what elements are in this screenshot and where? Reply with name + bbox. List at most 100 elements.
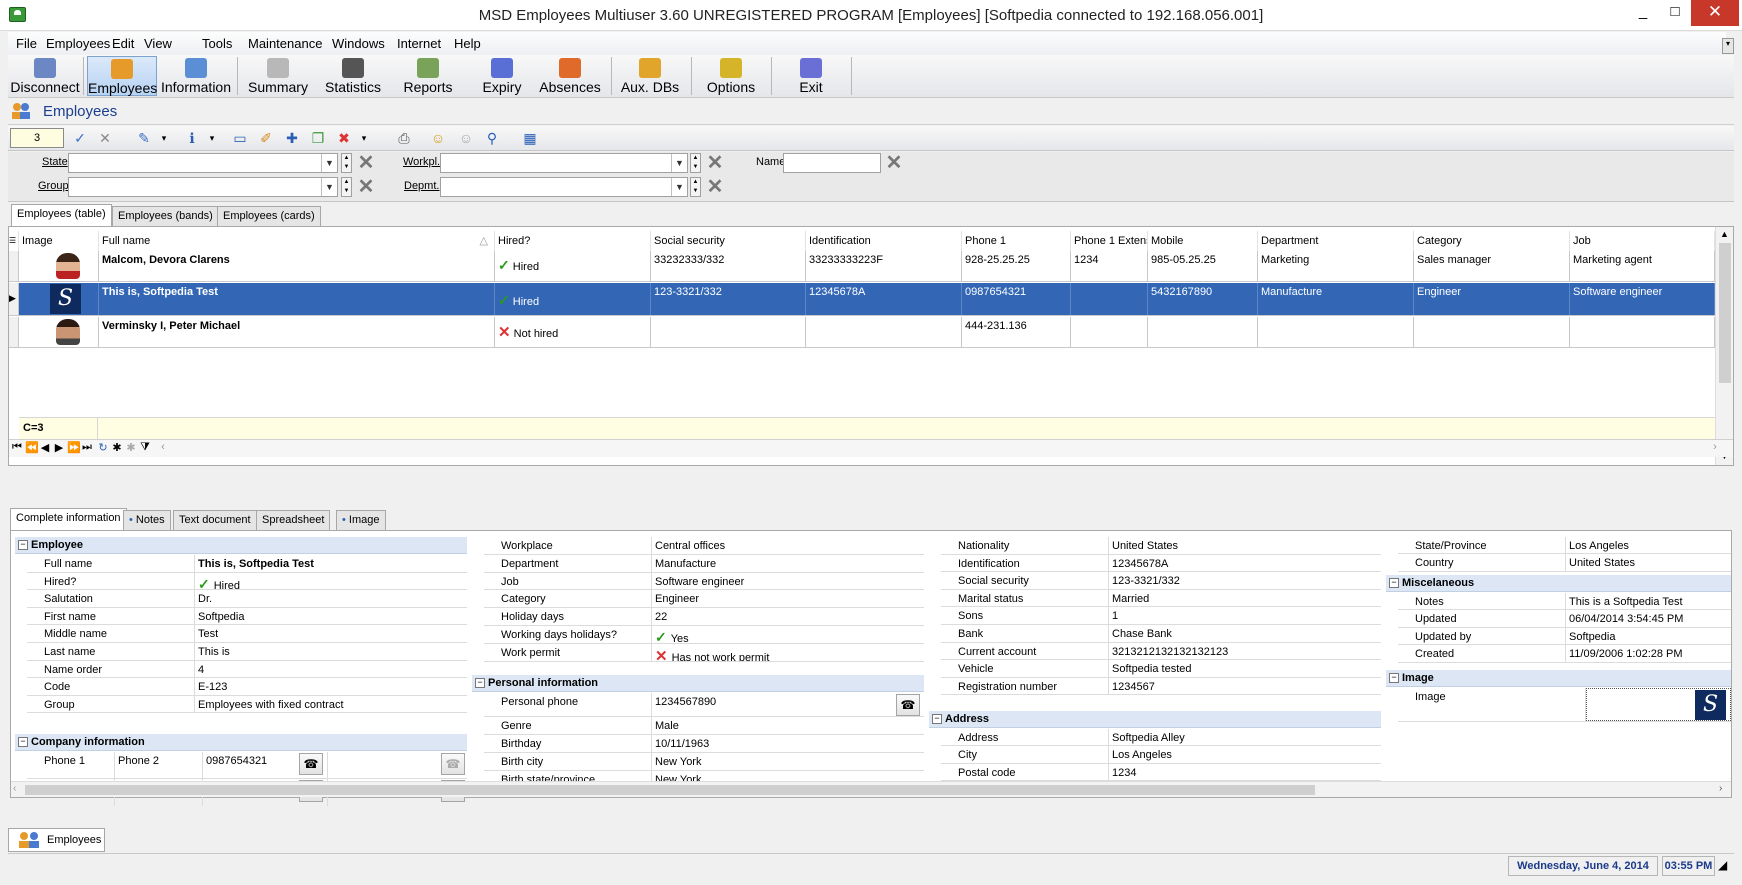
property-value[interactable]: This is (195, 643, 467, 660)
scroll-left-icon[interactable]: ‹ (13, 783, 16, 794)
property-value[interactable]: United States (1109, 537, 1381, 554)
collapse-icon[interactable]: − (475, 678, 485, 688)
next-record-icon[interactable]: ▶ (53, 441, 65, 454)
column-phone1-ext[interactable]: Phone 1 Extens (1071, 231, 1148, 251)
property-value[interactable]: Engineer (652, 590, 924, 607)
dial-phone-icon[interactable]: ☎ (299, 753, 323, 775)
chevron-down-icon[interactable]: ▼ (321, 178, 337, 196)
absences-button[interactable]: Absences (533, 56, 607, 96)
prev-page-icon[interactable]: ⏪ (25, 441, 39, 454)
column-phone1[interactable]: Phone 1 (962, 231, 1071, 251)
column-mobile[interactable]: Mobile (1148, 231, 1258, 251)
property-value[interactable]: Male (652, 717, 924, 734)
first-record-icon[interactable]: ⏮ (11, 441, 23, 454)
property-value[interactable]: 11/09/2006 1:02:28 PM (1566, 645, 1731, 661)
property-value[interactable]: Softpedia (195, 608, 467, 625)
insert-record-icon[interactable]: ✱ (111, 441, 123, 454)
options-button[interactable]: Options (695, 56, 767, 96)
disconnect-button[interactable]: Disconnect (10, 56, 80, 96)
property-value[interactable]: Manufacture (652, 555, 924, 572)
column-department[interactable]: Department (1258, 231, 1414, 251)
property-value[interactable]: 12345678A (1109, 555, 1381, 572)
property-value[interactable]: Softpedia Alley (1109, 729, 1381, 745)
scroll-thumb[interactable] (25, 785, 1315, 795)
info-dropdown-icon[interactable]: ▾ (202, 129, 222, 148)
group-spin-button[interactable]: ▲ ▼ (341, 177, 352, 197)
bottom-tab-employees[interactable]: Employees (8, 828, 105, 852)
table-row[interactable]: Malcom, Devora Clarens ✓ Hired 33232333/… (9, 251, 1715, 282)
print-icon[interactable]: ⎙ (394, 129, 414, 148)
tab-employees-cards[interactable]: Employees (cards) (217, 206, 321, 226)
property-value[interactable]: Los Angeles (1109, 746, 1381, 762)
column-social-security[interactable]: Social security (651, 231, 806, 251)
clear-workplace-icon[interactable]: ✕ (705, 153, 725, 173)
workplace-filter-combo[interactable]: ▼ (440, 153, 688, 173)
close-button[interactable]: ✕ (1691, 0, 1739, 26)
information-button[interactable]: Information (160, 56, 232, 96)
property-value[interactable]: 4 (195, 661, 467, 678)
column-hired[interactable]: Hired? (495, 231, 651, 251)
menu-employees[interactable]: Employees (46, 36, 110, 51)
collapse-icon[interactable]: − (18, 737, 28, 747)
collapse-icon[interactable]: − (932, 714, 942, 724)
maximize-button[interactable]: □ (1660, 0, 1690, 26)
property-value[interactable]: ✓ Hired (195, 573, 467, 590)
property-value[interactable]: United States (1566, 554, 1731, 570)
personal-section-header[interactable]: − Personal information (472, 675, 924, 692)
menu-chevron-icon[interactable]: ▾ (1722, 38, 1734, 54)
search-icon[interactable]: ⚲ (482, 129, 502, 148)
employee-section-header[interactable]: − Employee (15, 537, 467, 554)
chevron-down-icon[interactable]: ▼ (321, 154, 337, 172)
clear-department-icon[interactable]: ✕ (705, 177, 725, 197)
property-value[interactable]: ✓ Yes (652, 626, 924, 643)
phone1-value[interactable]: 0987654321 (203, 752, 297, 778)
chevron-down-icon[interactable]: ▼ (671, 178, 687, 196)
tab-spreadsheet[interactable]: Spreadsheet (256, 510, 331, 530)
last-record-icon[interactable]: ⏭ (81, 441, 93, 454)
aux-dbs-button[interactable]: Aux. DBs (614, 56, 686, 96)
column-full-name[interactable]: Full name △ (99, 231, 495, 251)
scroll-right-icon[interactable]: › (1719, 783, 1722, 794)
property-value[interactable]: Softpedia (1566, 628, 1731, 644)
company-section-header[interactable]: − Company information (15, 734, 467, 751)
edit-dropdown-icon[interactable]: ▾ (154, 129, 174, 148)
property-value[interactable]: ✕ Has not work permit (652, 644, 924, 661)
monitor-icon[interactable]: ▭ (230, 129, 250, 148)
delete-dropdown-icon[interactable]: ▾ (354, 129, 374, 148)
property-value[interactable]: 123-3321/332 (1109, 572, 1381, 589)
refresh-icon[interactable]: ✓ (70, 129, 90, 148)
collapse-icon[interactable]: − (18, 540, 28, 550)
address-section-header[interactable]: − Address (929, 711, 1381, 728)
resize-grip-icon[interactable]: ◢ (1718, 858, 1734, 874)
chevron-down-icon[interactable]: ▼ (671, 154, 687, 172)
name-filter-input[interactable] (783, 153, 881, 173)
property-value[interactable]: 10/11/1963 (652, 735, 924, 752)
property-value[interactable]: Test (195, 625, 467, 642)
dial-phone-icon[interactable]: ☎ (896, 694, 920, 716)
menu-help[interactable]: Help (454, 36, 481, 51)
delete-record-icon[interactable]: ✖ (334, 129, 354, 148)
clear-state-icon[interactable]: ✕ (356, 153, 376, 173)
property-value[interactable]: 3213212132132132123 (1109, 643, 1381, 660)
cancel-filter-icon[interactable]: ✕ (95, 129, 115, 148)
add-record-icon[interactable]: ✚ (282, 129, 302, 148)
prev-record-icon[interactable]: ◀ (39, 441, 51, 454)
grid-vertical-scrollbar[interactable]: ▲ ▼ (1715, 227, 1733, 465)
property-value[interactable]: E-123 (195, 678, 467, 695)
expiry-button[interactable]: Expiry (466, 56, 538, 96)
edit-record-icon[interactable]: ✎ (134, 129, 154, 148)
menu-view[interactable]: View (144, 36, 172, 51)
group-filter-combo[interactable]: ▼ (68, 177, 338, 197)
filter-icon[interactable]: ⧩ (139, 441, 151, 454)
column-category[interactable]: Category (1414, 231, 1570, 251)
refresh-grid-icon[interactable]: ↻ (97, 441, 109, 454)
collapse-icon[interactable]: − (1389, 673, 1399, 683)
department-filter-combo[interactable]: ▼ (440, 177, 688, 197)
people-search-icon[interactable]: ☺ (428, 129, 448, 148)
scroll-right-icon[interactable]: › (1709, 441, 1721, 453)
menu-windows[interactable]: Windows (332, 36, 385, 51)
next-page-icon[interactable]: ⏩ (67, 441, 81, 454)
tab-employees-bands[interactable]: Employees (bands) (112, 206, 219, 226)
menu-edit[interactable]: Edit (112, 36, 134, 51)
tab-employees-table[interactable]: Employees (table) (11, 204, 112, 226)
